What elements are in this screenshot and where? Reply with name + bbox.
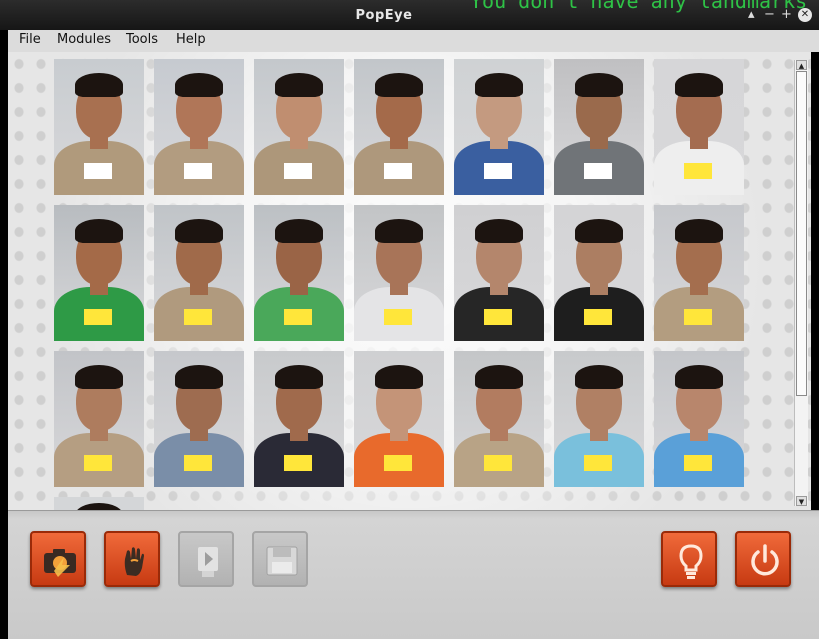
power-icon xyxy=(751,544,779,576)
photo-id-tag xyxy=(84,455,112,471)
scrollbar-thumb[interactable] xyxy=(796,71,807,396)
photo-thumbnail[interactable] xyxy=(554,205,644,341)
camera-icon xyxy=(44,549,76,577)
photo-id-tag xyxy=(184,309,212,325)
photo-hair xyxy=(75,73,123,97)
title-bar: You don't have any landmarks PopEye ▴ − … xyxy=(0,0,819,30)
photo-thumbnail[interactable] xyxy=(254,351,344,487)
photo-hair xyxy=(675,73,723,97)
menu-file[interactable]: File xyxy=(19,32,41,47)
photo-thumbnail[interactable] xyxy=(54,59,144,195)
photo-id-tag xyxy=(584,309,612,325)
photo-id-tag xyxy=(284,163,312,179)
photo-thumbnail[interactable] xyxy=(154,351,244,487)
photo-hair xyxy=(675,219,723,243)
photo-thumbnail[interactable] xyxy=(654,351,744,487)
photo-thumbnail[interactable] xyxy=(354,351,444,487)
hand-icon xyxy=(124,547,144,576)
photo-id-tag xyxy=(84,163,112,179)
photo-id-tag xyxy=(584,163,612,179)
power-button[interactable] xyxy=(735,531,791,587)
photo-hair xyxy=(175,365,223,389)
photo-id-tag xyxy=(384,163,412,179)
photo-hair xyxy=(75,365,123,389)
minimize-icon[interactable]: − xyxy=(764,8,775,22)
photo-hair xyxy=(275,365,323,389)
photo-thumbnail[interactable] xyxy=(254,205,344,341)
save-button[interactable] xyxy=(252,531,308,587)
hand-button[interactable] xyxy=(104,531,160,587)
photo-id-tag xyxy=(284,309,312,325)
photo-thumbnail[interactable] xyxy=(154,59,244,195)
photo-hair xyxy=(75,219,123,243)
photo-thumbnail[interactable] xyxy=(254,59,344,195)
photo-hair xyxy=(175,219,223,243)
camera-button[interactable] xyxy=(30,531,86,587)
photo-thumbnail[interactable] xyxy=(654,205,744,341)
photo-hair xyxy=(575,219,623,243)
photo-id-tag xyxy=(184,455,212,471)
photo-thumbnail[interactable] xyxy=(454,205,544,341)
save-icon xyxy=(266,546,298,576)
photo-id-tag xyxy=(684,163,712,179)
photo-id-tag xyxy=(484,163,512,179)
play-button[interactable] xyxy=(178,531,234,587)
menu-modules[interactable]: Modules xyxy=(57,32,111,47)
photo-hair xyxy=(375,365,423,389)
photo-thumbnail[interactable] xyxy=(354,59,444,195)
photo-thumbnail[interactable] xyxy=(554,351,644,487)
photo-hair xyxy=(275,219,323,243)
lightbulb-icon xyxy=(679,544,703,579)
photo-id-tag xyxy=(584,455,612,471)
lightbulb-button[interactable] xyxy=(661,531,717,587)
photo-id-tag xyxy=(84,309,112,325)
photo-hair xyxy=(475,365,523,389)
photo-id-tag xyxy=(384,309,412,325)
photo-hair xyxy=(275,73,323,97)
menu-help[interactable]: Help xyxy=(176,32,206,47)
photo-hair xyxy=(175,73,223,97)
play-icon xyxy=(198,547,218,577)
photo-thumbnail[interactable] xyxy=(54,351,144,487)
photo-hair xyxy=(675,365,723,389)
maximize-icon[interactable]: + xyxy=(781,8,792,22)
photo-hair xyxy=(575,73,623,97)
photo-hair xyxy=(475,219,523,243)
photo-id-tag xyxy=(384,455,412,471)
photo-thumbnail[interactable] xyxy=(54,497,144,510)
photo-thumbnail[interactable] xyxy=(454,59,544,195)
photo-hair xyxy=(375,219,423,243)
photo-id-tag xyxy=(284,455,312,471)
photo-id-tag xyxy=(684,455,712,471)
photo-id-tag xyxy=(184,163,212,179)
window-title: PopEye xyxy=(355,8,413,23)
collapse-icon[interactable]: ▴ xyxy=(748,8,755,22)
close-icon[interactable]: ✕ xyxy=(798,8,812,22)
photo-hair xyxy=(375,73,423,97)
bottom-toolbar xyxy=(8,510,819,639)
photo-id-tag xyxy=(484,309,512,325)
photo-hair xyxy=(475,73,523,97)
vertical-scrollbar[interactable]: ▲ ▼ xyxy=(794,60,808,506)
photo-id-tag xyxy=(484,455,512,471)
photo-thumbnail[interactable] xyxy=(354,205,444,341)
photo-thumbnail[interactable] xyxy=(154,205,244,341)
photo-thumbnail[interactable] xyxy=(54,205,144,341)
photo-thumbnail[interactable] xyxy=(454,351,544,487)
photo-id-tag xyxy=(684,309,712,325)
photo-thumbnail[interactable] xyxy=(554,59,644,195)
photo-gallery: ▲ ▼ xyxy=(8,52,811,510)
photo-hair xyxy=(575,365,623,389)
menu-tools[interactable]: Tools xyxy=(126,32,158,47)
scroll-up-icon[interactable]: ▲ xyxy=(796,60,807,70)
menu-bar: File Modules Tools Help xyxy=(8,30,819,52)
scroll-down-icon[interactable]: ▼ xyxy=(796,496,807,506)
photo-thumbnail[interactable] xyxy=(654,59,744,195)
